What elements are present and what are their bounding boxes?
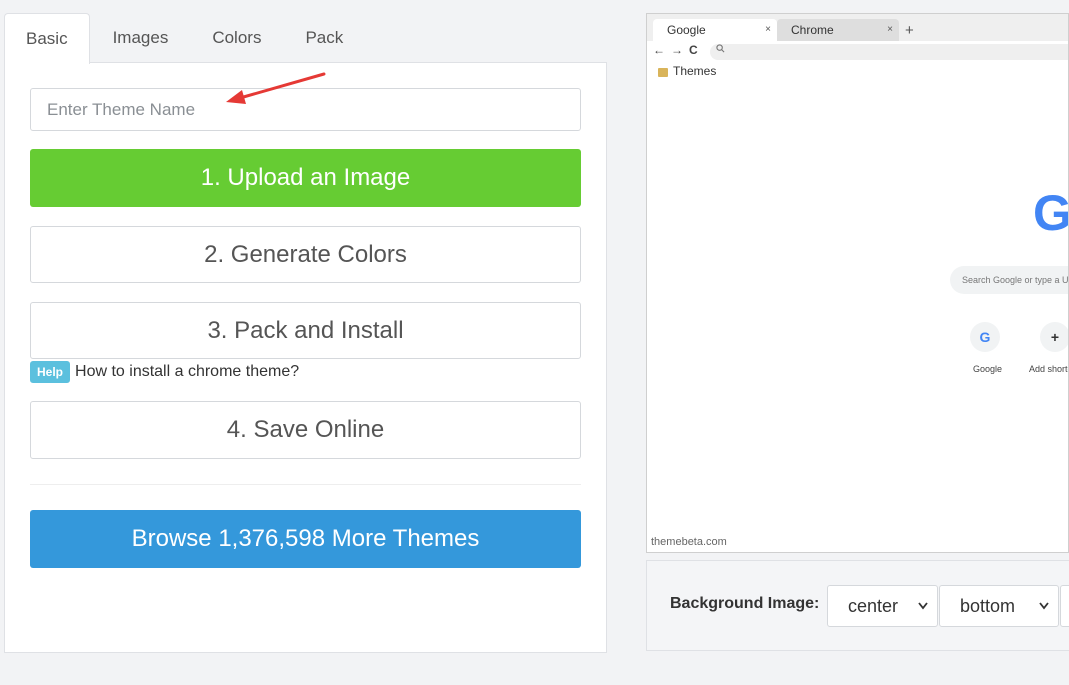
- chevron-down-icon: [917, 586, 929, 642]
- google-shortcut-icon: G: [970, 322, 1000, 352]
- select-value: bottom: [960, 596, 1016, 616]
- tab-basic[interactable]: Basic: [4, 13, 90, 64]
- shortcut-label: Google: [973, 364, 1003, 374]
- generate-colors-button[interactable]: 2. Generate Colors: [30, 226, 581, 283]
- basic-panel: 1. Upload an Image 2. Generate Colors 3.…: [4, 62, 607, 653]
- google-logo: G: [1033, 185, 1069, 241]
- preview-tab-label: Chrome: [791, 23, 834, 37]
- preview-tab-google: Google ×: [653, 19, 777, 41]
- reload-icon: C: [689, 43, 698, 57]
- preview-search-box: Search Google or type a URL: [950, 266, 1068, 294]
- theme-preview: Google × Chrome × + ← → C Themes G Searc…: [646, 13, 1069, 553]
- save-online-button[interactable]: 4. Save Online: [30, 401, 581, 459]
- vertical-position-select[interactable]: bottom: [939, 585, 1059, 627]
- tab-images[interactable]: Images: [92, 13, 190, 63]
- close-icon: ×: [765, 24, 771, 35]
- background-repeat-select[interactable]: [1060, 585, 1069, 627]
- tab-colors[interactable]: Colors: [191, 13, 282, 63]
- help-row: Help How to install a chrome theme?: [30, 360, 299, 384]
- upload-image-button[interactable]: 1. Upload an Image: [30, 149, 581, 207]
- new-tab-icon: +: [905, 22, 914, 39]
- folder-icon: [658, 68, 668, 77]
- search-icon: [716, 44, 725, 56]
- preview-omnibox: [710, 44, 1068, 60]
- preview-tab-chrome: Chrome ×: [777, 19, 899, 41]
- background-image-controls: Background Image: center bottom: [646, 560, 1069, 651]
- tab-bar: Basic Images Colors Pack: [4, 13, 607, 64]
- horizontal-position-select[interactable]: center: [827, 585, 938, 627]
- tab-pack[interactable]: Pack: [284, 13, 364, 63]
- pack-and-install-button[interactable]: 3. Pack and Install: [30, 302, 581, 359]
- select-value: center: [848, 596, 899, 616]
- background-image-label: Background Image:: [670, 595, 820, 612]
- add-shortcut-icon: +: [1040, 322, 1068, 352]
- bookmark-bar: Themes: [647, 63, 1068, 82]
- help-badge: Help: [30, 361, 71, 383]
- shortcut-label: Add shortcut: [1029, 364, 1068, 374]
- bookmark-label: Themes: [673, 64, 717, 78]
- chevron-down-icon: [1038, 586, 1050, 642]
- close-icon: ×: [887, 24, 893, 35]
- back-arrow-icon: ←: [653, 43, 665, 57]
- theme-name-input[interactable]: [30, 88, 581, 131]
- preview-tab-label: Google: [667, 23, 706, 37]
- watermark: themebeta.com: [651, 536, 727, 548]
- install-help-link[interactable]: How to install a chrome theme?: [75, 363, 299, 381]
- divider: [30, 484, 581, 485]
- browser-chrome: Google × Chrome × + ← → C Themes: [647, 14, 1068, 82]
- forward-arrow-icon: →: [671, 43, 683, 57]
- browse-themes-button[interactable]: Browse 1,376,598 More Themes: [30, 510, 581, 568]
- preview-toolbar: ← → C: [647, 41, 1068, 63]
